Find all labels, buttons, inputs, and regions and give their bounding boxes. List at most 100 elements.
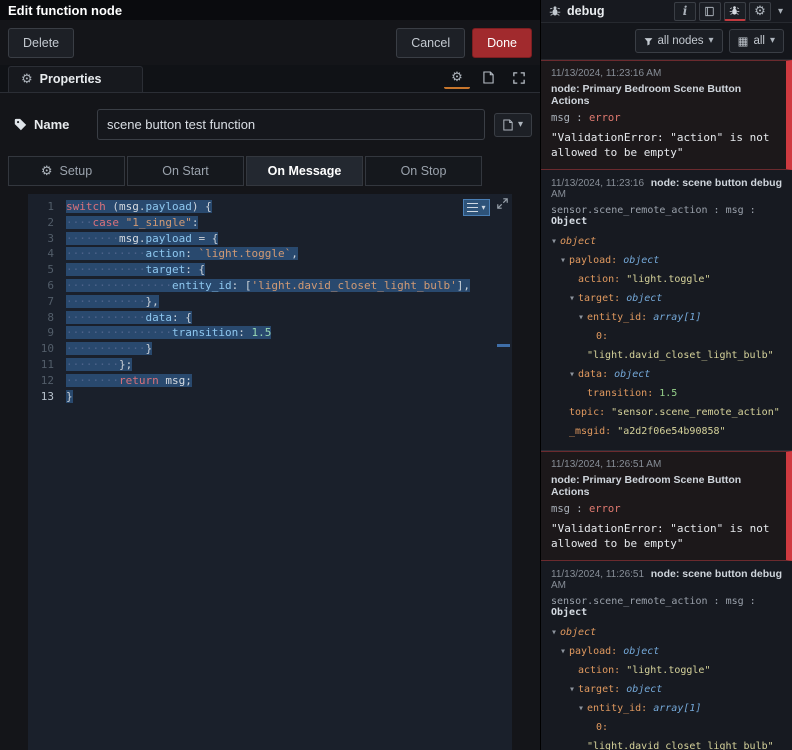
code-token: msg: [165, 373, 186, 387]
grid-icon: ▦: [737, 34, 749, 48]
tree-key: _msgid:: [569, 426, 612, 437]
debug-tree-row: transition: 1.5: [551, 384, 782, 403]
debug-tree-row: action: "light.toggle": [551, 270, 782, 289]
tree-caret-icon[interactable]: ▾: [560, 642, 569, 661]
debug-timestamp: 11/13/2024, 11:26:51 AM: [551, 569, 645, 591]
whitespace-dots: ············: [66, 310, 146, 324]
selection-highlight: ············target: {: [66, 263, 206, 277]
debug-tree-row: ▾ object: [551, 232, 782, 251]
msg-object-type: Object: [551, 216, 588, 227]
editor-docs-button[interactable]: [475, 68, 501, 89]
line-number: 13: [40, 389, 54, 403]
bug-icon: [549, 5, 561, 17]
tree-value-str: "sensor.scene_remote_action": [611, 407, 780, 418]
debug-tree-row: ▾ object: [551, 623, 782, 642]
name-input[interactable]: [97, 109, 485, 140]
tree-caret-icon[interactable]: ▾: [569, 289, 578, 308]
cancel-button[interactable]: Cancel: [396, 28, 466, 58]
selection-highlight: ········msg.payload = {: [66, 231, 219, 245]
code-line[interactable]: ····case "1_single":: [66, 215, 512, 231]
tab-label: Setup: [59, 164, 93, 178]
code-line[interactable]: ············action: `light.toggle`,: [66, 246, 512, 262]
filter-nodes-dropdown[interactable]: all nodes ▾: [634, 29, 723, 53]
tree-caret-icon[interactable]: ▾: [560, 251, 569, 270]
error-level-badge: error: [588, 503, 621, 515]
code-token: entity_id: [171, 278, 232, 292]
tree-caret-icon[interactable]: ▾: [551, 623, 560, 642]
tree-caret-icon[interactable]: ▾: [569, 365, 578, 384]
tree-caret-icon[interactable]: ▾: [578, 308, 587, 327]
debug-message-object[interactable]: 11/13/2024, 11:26:51 AM node: scene butto…: [541, 561, 792, 750]
done-button[interactable]: Done: [472, 28, 532, 58]
code-line[interactable]: }: [66, 389, 512, 405]
code-line[interactable]: ········return msg;: [66, 373, 512, 389]
code-line[interactable]: ············data: {: [66, 310, 512, 326]
delete-button[interactable]: Delete: [8, 28, 75, 58]
tab-label: On Message: [267, 164, 342, 178]
chevron-down-icon: ▾: [481, 203, 486, 212]
debug-message-error[interactable]: 11/13/2024, 11:26:51 AM node: Primary Bed…: [541, 451, 792, 561]
code-line[interactable]: ················transition: 1.5: [66, 325, 512, 341]
line-number: 3: [47, 231, 54, 245]
debug-node-name[interactable]: node: scene button debug: [651, 568, 782, 580]
code-editor[interactable]: 1 2 3 4 5 6 7 8 9 10 11 12 13 switch (msg.payload) {…: [28, 194, 512, 750]
tab-properties[interactable]: ⚙ Properties: [8, 66, 143, 92]
tree-caret-icon[interactable]: ▾: [569, 680, 578, 699]
code-token: :: [185, 247, 199, 261]
debug-node-name[interactable]: node: Primary Bedroom Scene Button Actio…: [551, 83, 781, 107]
code-token: case: [92, 215, 120, 229]
name-row: Name ▾: [0, 93, 540, 146]
debug-node-name[interactable]: node: Primary Bedroom Scene Button Actio…: [551, 474, 781, 498]
editor-code[interactable]: switch (msg.payload) {····case "1_single…: [62, 194, 512, 750]
debug-timestamp: 11/13/2024, 11:26:51 AM: [551, 459, 662, 470]
chevron-down-icon: ▾: [769, 35, 775, 46]
help-tab-button[interactable]: [698, 1, 721, 21]
code-line[interactable]: ········};: [66, 357, 512, 373]
line-number: 10: [40, 342, 54, 356]
editor-settings-button[interactable]: ⚙: [444, 68, 470, 89]
info-tab-button[interactable]: i: [673, 1, 696, 21]
code-line[interactable]: ············},: [66, 294, 512, 310]
tab-on-start[interactable]: On Start: [127, 156, 244, 186]
code-line[interactable]: ············target: {: [66, 262, 512, 278]
code-token: .: [138, 200, 146, 213]
name-aux-button[interactable]: ▾: [493, 112, 532, 137]
tab-on-stop[interactable]: On Stop: [365, 156, 482, 186]
debug-message-header: 11/13/2024, 11:23:16 AM node: scene butto…: [551, 177, 782, 200]
tree-caret-icon[interactable]: ▾: [578, 699, 587, 718]
gear-icon: ⚙: [21, 71, 33, 87]
tab-on-message[interactable]: On Message: [246, 156, 363, 186]
code-token: payload: [145, 231, 192, 245]
selection-highlight: ········};: [66, 357, 133, 371]
code-line[interactable]: ········msg.payload = {: [66, 231, 512, 247]
code-line[interactable]: ············}: [66, 341, 512, 357]
function-tabs: ⚙ Setup On Start On Message On Stop: [0, 146, 540, 186]
editor-outline-widget[interactable]: ▾: [463, 199, 490, 216]
code-line[interactable]: ················entity_id: ['light.david…: [66, 278, 512, 294]
line-number: 11: [40, 357, 54, 371]
settings-tab-button[interactable]: ⚙: [748, 1, 771, 21]
debug-tree-row: ▾ payload: object: [551, 642, 782, 661]
debug-message-object[interactable]: 11/13/2024, 11:23:16 AM node: scene butto…: [541, 170, 792, 451]
selection-highlight: ················entity_id: ['light.david…: [66, 278, 471, 292]
line-number: 2: [47, 215, 54, 229]
debug-message-error[interactable]: 11/13/2024, 11:23:16 AM node: Primary Bed…: [541, 60, 792, 170]
line-number: 12: [40, 373, 54, 387]
tree-value-type: object: [623, 646, 660, 657]
editor-expand-icon[interactable]: [497, 198, 508, 209]
debug-tab-button[interactable]: [723, 1, 746, 21]
code-token: target: [145, 263, 186, 277]
tree-value-type: object: [626, 684, 663, 695]
code-line[interactable]: switch (msg.payload) {: [66, 199, 512, 215]
msg-path-text: msg: [551, 503, 570, 515]
tree-key: 0:: [596, 722, 609, 733]
selection-highlight: ················transition: 1.5: [66, 326, 272, 340]
code-token: ,: [291, 247, 298, 261]
debug-messages: 11/13/2024, 11:23:16 AM node: Primary Bed…: [541, 60, 792, 750]
tree-caret-icon[interactable]: ▾: [551, 232, 560, 251]
tab-setup[interactable]: ⚙ Setup: [8, 156, 125, 186]
sidebar-menu-caret[interactable]: ▾: [774, 6, 787, 17]
debug-node-name[interactable]: node: scene button debug: [651, 177, 782, 189]
editor-fullscreen-button[interactable]: [506, 68, 532, 89]
filter-scope-dropdown[interactable]: ▦ all ▾: [728, 29, 784, 53]
